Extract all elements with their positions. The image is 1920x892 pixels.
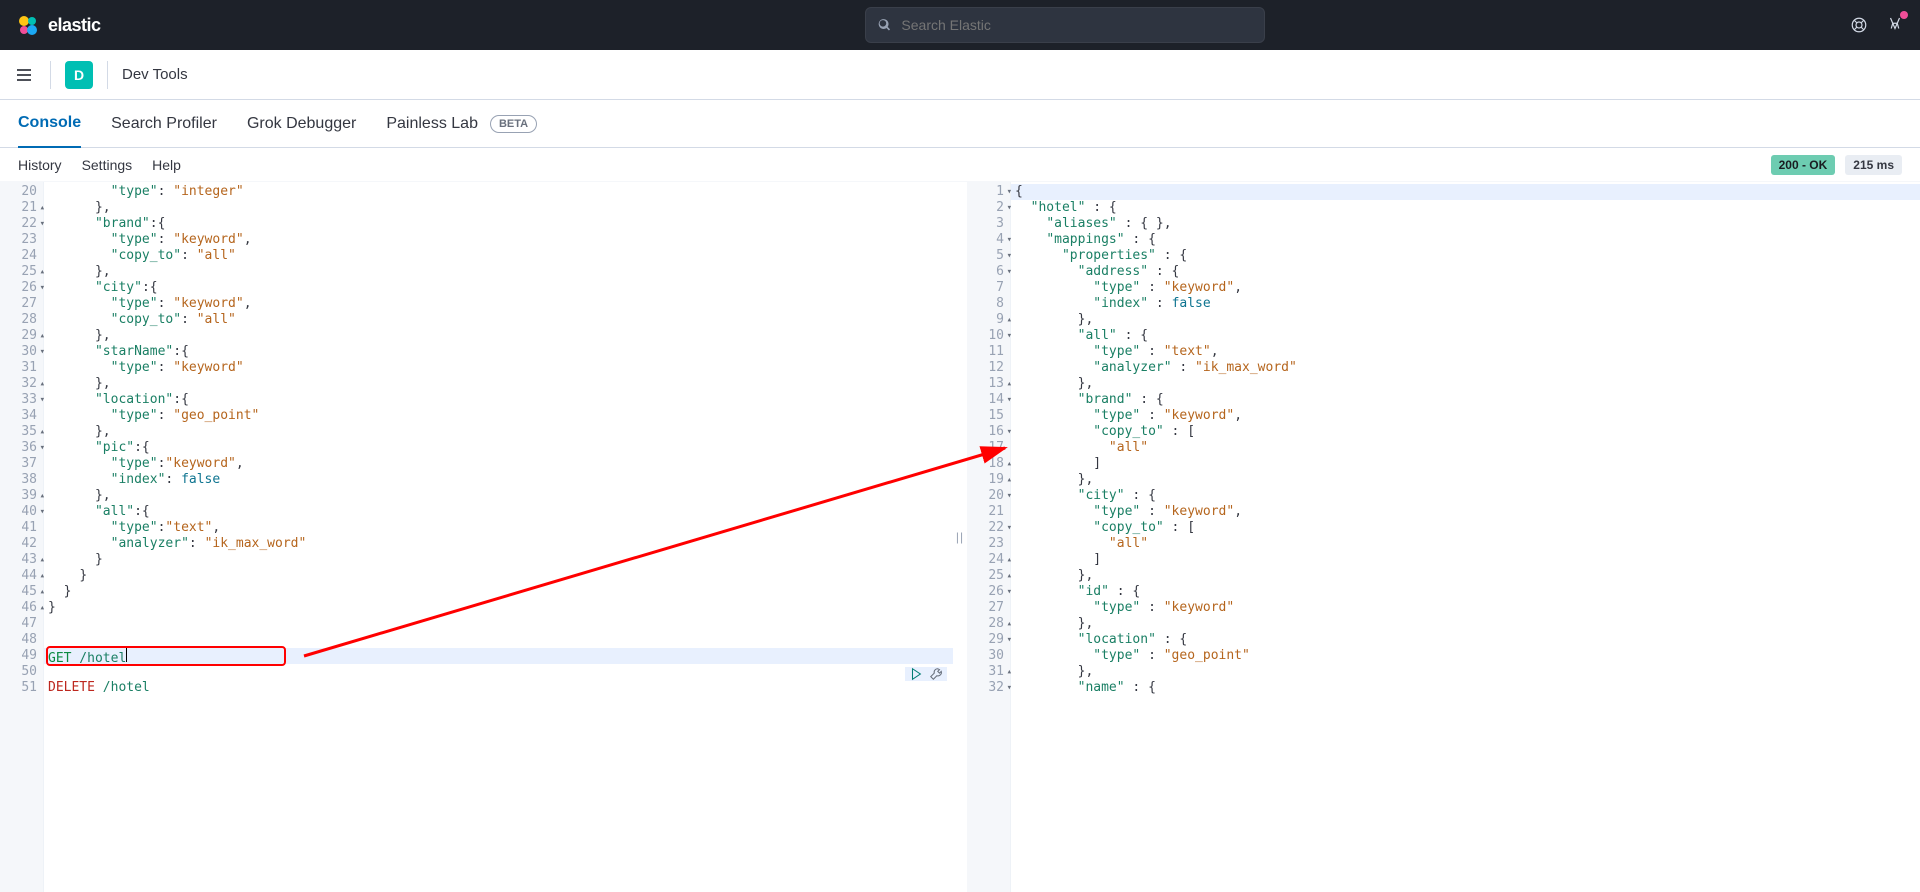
space-selector[interactable]: D [65, 61, 93, 89]
search-input[interactable] [901, 17, 1252, 33]
sub-header: D Dev Tools [0, 50, 1920, 100]
global-search[interactable] [865, 7, 1265, 43]
top-header: elastic [0, 0, 1920, 50]
console-toolbar: History Settings Help 200 - OK 215 ms [0, 148, 1920, 182]
search-icon [878, 18, 891, 32]
tab-painless-lab[interactable]: Painless Lab [386, 100, 478, 148]
help-icon[interactable] [1850, 16, 1868, 34]
beta-badge: BETA [490, 115, 537, 133]
devtools-tabs: Console Search Profiler Grok Debugger Pa… [0, 100, 1920, 148]
grip-icon: || [956, 530, 964, 544]
wrench-icon[interactable] [929, 667, 943, 681]
response-status-badge: 200 - OK [1771, 155, 1836, 175]
request-gutter: 2021▴22▾232425▴26▾272829▴30▾3132▴33▾3435… [0, 182, 44, 892]
editor-area: 2021▴22▾232425▴26▾272829▴30▾3132▴33▾3435… [0, 182, 1920, 892]
request-editor[interactable]: "type": "integer" }, "brand":{ "type": "… [44, 182, 953, 892]
help-link[interactable]: Help [152, 157, 181, 173]
breadcrumb[interactable]: Dev Tools [122, 66, 188, 83]
header-actions [1850, 15, 1904, 36]
logo[interactable]: elastic [16, 13, 101, 37]
tab-grok-debugger[interactable]: Grok Debugger [247, 100, 356, 148]
response-time-badge: 215 ms [1845, 155, 1902, 175]
history-link[interactable]: History [18, 157, 62, 173]
elastic-logo-icon [16, 13, 40, 37]
cheer-icon [1886, 15, 1904, 33]
response-gutter: 1▾2▾34▾5▾6▾789▴10▾111213▴14▾1516▾1718▴19… [967, 182, 1011, 892]
tab-console[interactable]: Console [18, 100, 81, 148]
settings-link[interactable]: Settings [82, 157, 133, 173]
play-icon[interactable] [909, 667, 923, 681]
response-viewer[interactable]: { "hotel" : { "aliases" : { }, "mappings… [1011, 182, 1920, 892]
newsfeed-button[interactable] [1886, 15, 1904, 36]
request-actions[interactable] [905, 667, 947, 681]
divider [50, 61, 51, 89]
tab-search-profiler[interactable]: Search Profiler [111, 100, 217, 148]
request-pane[interactable]: 2021▴22▾232425▴26▾272829▴30▾3132▴33▾3435… [0, 182, 953, 892]
nav-toggle-button[interactable] [12, 63, 36, 87]
brand-text: elastic [48, 15, 101, 36]
response-pane: 1▾2▾34▾5▾6▾789▴10▾111213▴14▾1516▾1718▴19… [967, 182, 1920, 892]
pane-resize-handle[interactable]: || [953, 182, 967, 892]
divider [107, 61, 108, 89]
